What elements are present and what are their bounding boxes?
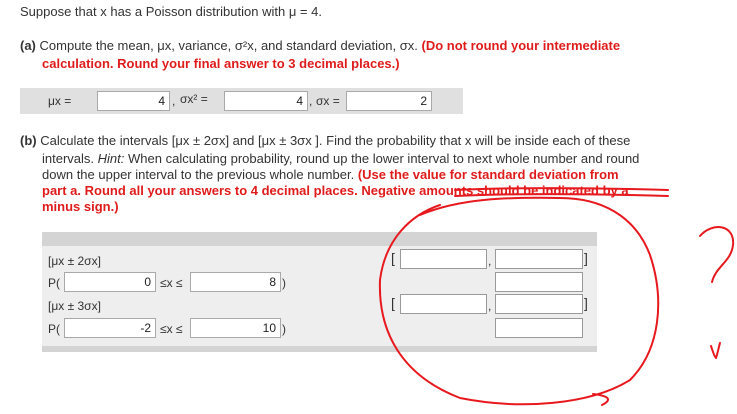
part-a-instruction: calculation. Round your final answer to …	[42, 56, 400, 71]
part-b-instruction: part a. Round all your answers to 4 deci…	[42, 183, 629, 198]
prob-3sd-lower-input[interactable]: -2	[64, 318, 156, 338]
part-b-line1: (b) Calculate the intervals [μx ± 2σx] a…	[20, 133, 631, 148]
sd-label: σx =	[316, 94, 340, 108]
part-b-line3: down the upper interval to the previous …	[42, 167, 619, 182]
variance-label: σx² =	[180, 92, 208, 106]
question-mark-icon	[699, 226, 735, 283]
comma: ,	[488, 254, 492, 268]
prob-suffix: )	[282, 276, 286, 290]
interval-3sd-lower-input[interactable]	[400, 294, 487, 314]
mean-input[interactable]: 4	[97, 91, 170, 111]
part-b-line2: intervals. Hint: When calculating probab…	[42, 151, 640, 166]
prob-2sd-upper-input[interactable]: 8	[190, 272, 281, 292]
comma: ,	[309, 94, 313, 108]
comma: ,	[488, 299, 492, 313]
sd-input[interactable]: 2	[346, 91, 432, 111]
mean-label: μx =	[48, 94, 72, 108]
part-b-instruction-end: minus sign.)	[42, 199, 119, 214]
interval-2sd-label: [μx ± 2σx]	[48, 254, 101, 268]
bracket-close: ]	[584, 295, 588, 311]
inequality-label: ≤x ≤	[160, 276, 183, 290]
inequality-label: ≤x ≤	[160, 322, 183, 336]
part-a-heading: (a) Compute the mean, μx, variance, σ²x,…	[20, 38, 621, 53]
prob-suffix: )	[282, 322, 286, 336]
prob-prefix: P(	[48, 276, 60, 290]
interval-2sd-lower-input[interactable]	[400, 249, 487, 269]
prob-2sd-answer-input[interactable]	[495, 272, 583, 292]
scribble-mark	[710, 342, 721, 359]
interval-2sd-upper-input[interactable]	[495, 249, 583, 269]
prob-2sd-lower-input[interactable]: 0	[64, 272, 156, 292]
intro-text: Suppose that x has a Poisson distributio…	[20, 4, 322, 19]
interval-3sd-upper-input[interactable]	[495, 294, 583, 314]
bracket-open: [	[391, 250, 395, 266]
table-header-bar	[42, 232, 597, 246]
variance-input[interactable]: 4	[224, 91, 308, 111]
bracket-close: ]	[584, 250, 588, 266]
comma: ,	[172, 94, 176, 108]
table-footer-bar	[42, 346, 597, 352]
interval-3sd-label: [μx ± 3σx]	[48, 299, 101, 313]
prob-3sd-upper-input[interactable]: 10	[190, 318, 281, 338]
prob-prefix: P(	[48, 322, 60, 336]
bracket-open: [	[391, 295, 395, 311]
prob-3sd-answer-input[interactable]	[495, 318, 583, 338]
